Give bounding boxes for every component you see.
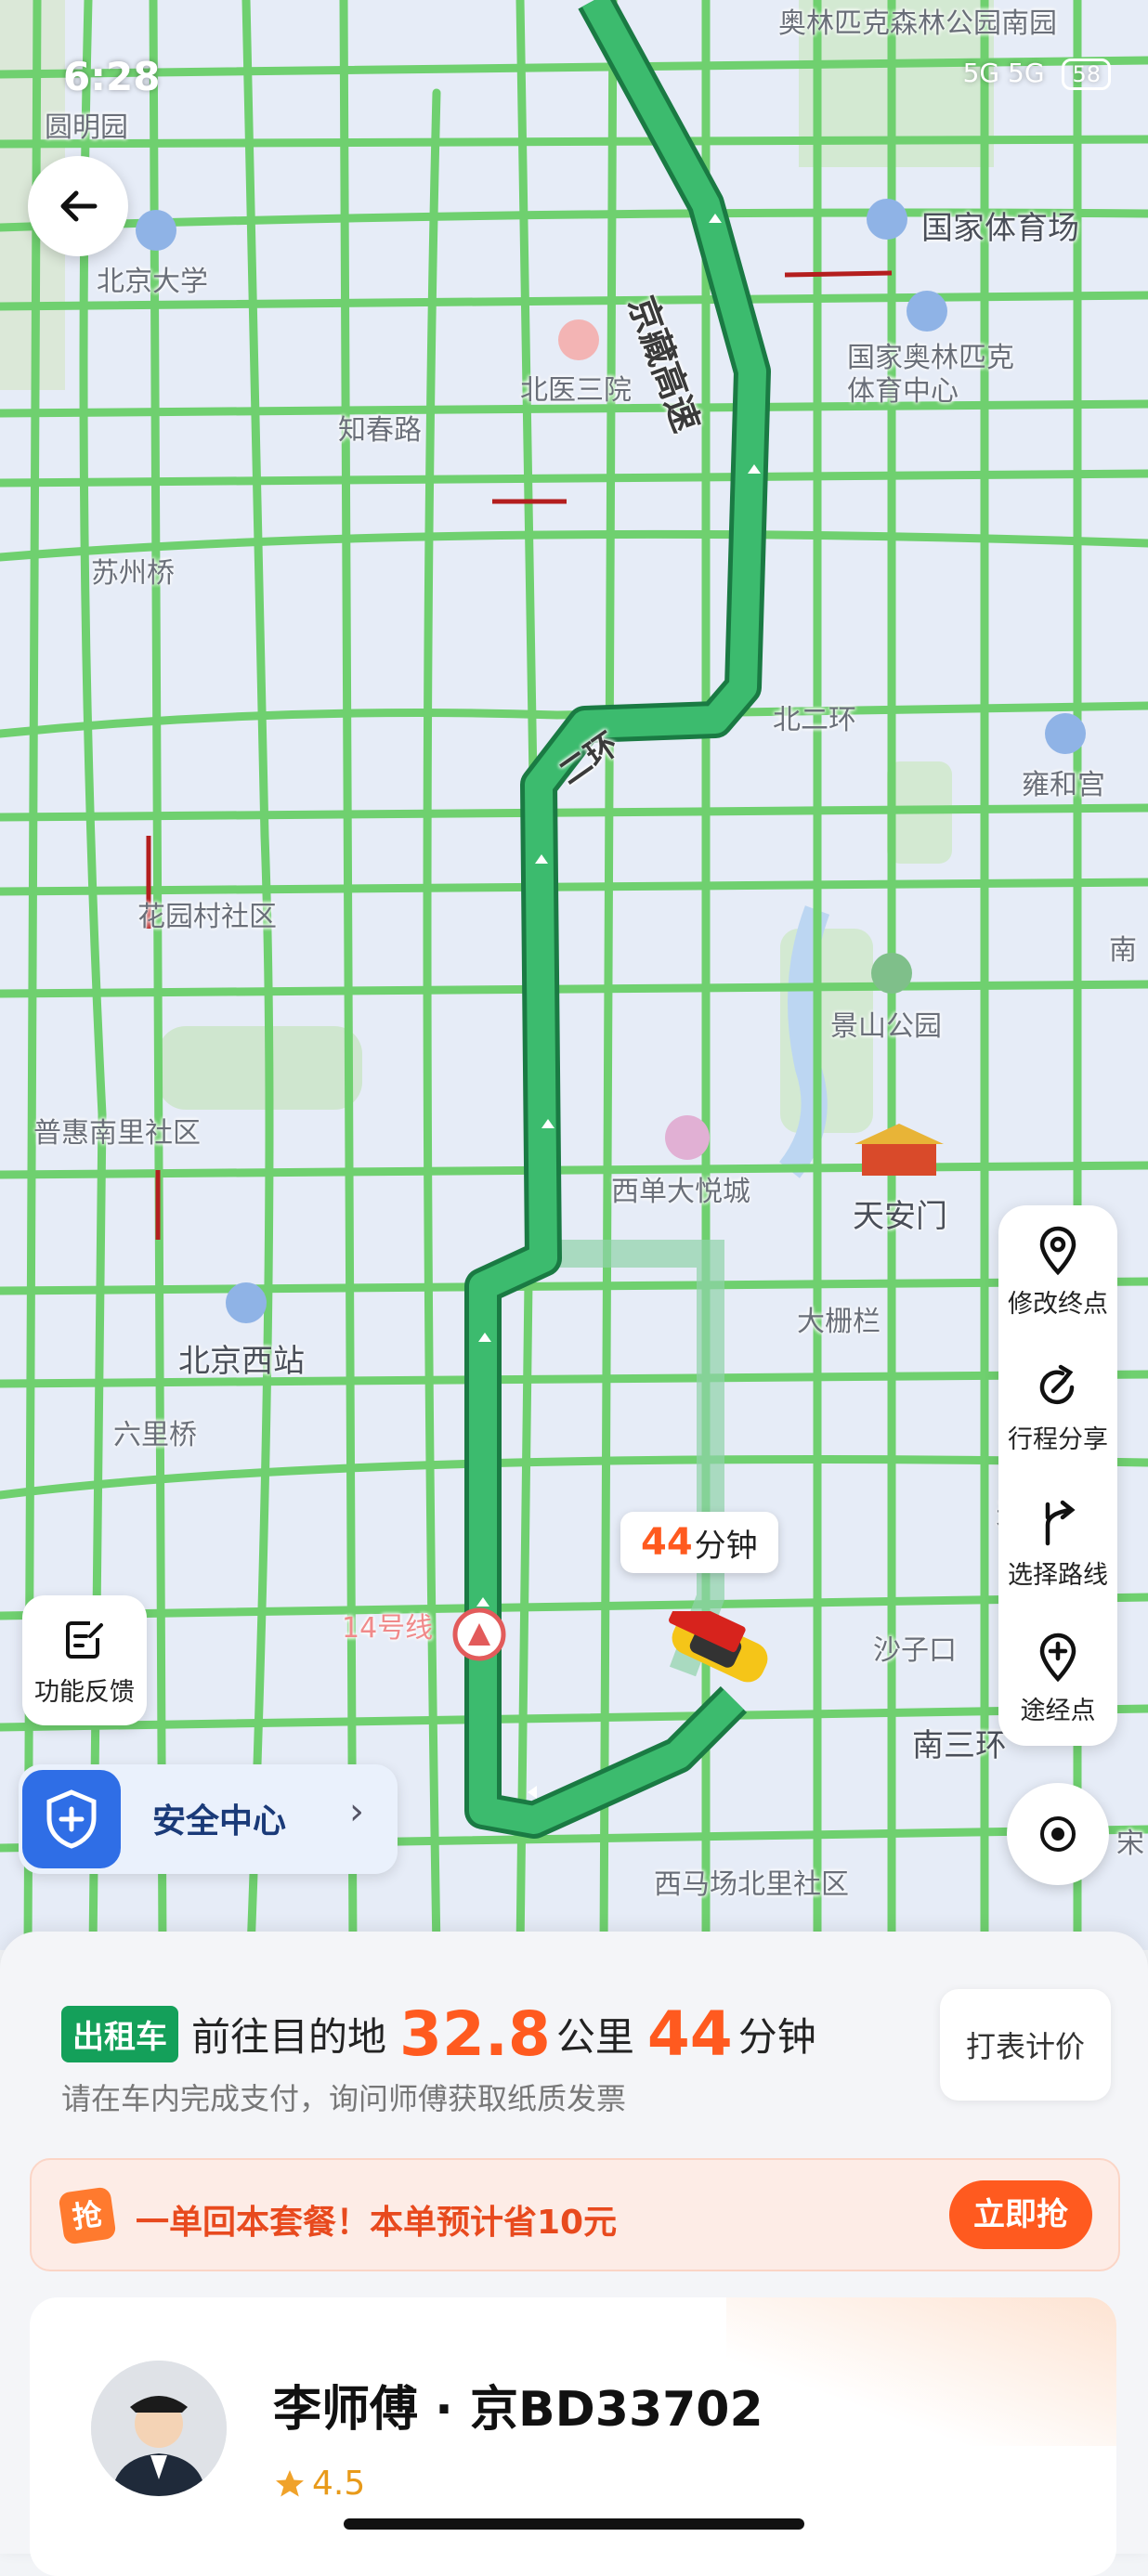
map-label: 北京西站 [178,1343,305,1380]
share-trip-button[interactable]: 行程分享 [998,1341,1117,1471]
driver-rating: 4.5 [273,2465,365,2503]
map-label: 沙子口 [873,1634,957,1667]
eta-unit: 分钟 [694,1527,758,1565]
status-bar: 6:28 5G 5G 58 [0,0,1148,111]
status-time: 6:28 [63,54,161,99]
promo-text: 一单回本套餐！本单预计省10元 [136,2204,618,2242]
map-label: 大栅栏 [797,1306,881,1338]
eta-minutes: 44 [641,1521,693,1564]
map-side-toolbar: 修改终点 行程分享 选择路线 途经点 [998,1205,1117,1746]
map-label: 普惠南里社区 [33,1117,201,1150]
map-label: 六里桥 [113,1419,197,1451]
location-pin-icon [1039,1226,1076,1276]
network-indicator: 5G 5G [962,58,1045,88]
rating-value: 4.5 [312,2465,366,2503]
payment-hint: 请在车内完成支付，询问师傅获取纸质发票 [61,2081,627,2116]
card-decoration [726,2297,1116,2446]
map-label: 北二环 [773,704,856,736]
star-icon [276,2469,304,2496]
back-button[interactable] [28,156,128,256]
trip-minutes: 44 [646,1997,733,2070]
add-waypoint-icon [1039,1633,1076,1683]
taxi-car-marker [669,1611,768,1683]
safety-center-button[interactable]: 安全中心 › [19,1764,398,1874]
map-label: 苏州桥 [91,557,175,590]
trip-distance-unit: 公里 [555,2013,634,2060]
map-label: 西单大悦城 [611,1176,750,1208]
meter-pricing-button[interactable]: 打表计价 [940,1989,1111,2101]
map-view[interactable]: 奥林匹克森林公园南园 圆明园 北京大学 国家体育场 北医三院 国家奥林匹克体育中… [0,0,1148,1950]
map-label: 景山公园 [830,1010,942,1043]
toolbar-label: 行程分享 [1008,1425,1108,1454]
map-label: 知春路 [338,414,422,447]
map-label: 国家奥林匹克体育中心 [847,342,1014,408]
trip-distance: 32.8 [399,1997,551,2070]
share-icon [1039,1364,1075,1405]
locate-target-icon [1040,1816,1076,1852]
taxi-type-badge: 出租车 [61,2005,178,2062]
driver-avatar [91,2361,227,2496]
map-label: 国家体育场 [921,210,1079,247]
add-waypoint-button[interactable]: 途经点 [998,1612,1117,1742]
toolbar-label: 选择路线 [1008,1561,1108,1590]
driver-name-plate: 李师傅 · 京BD33702 [273,2382,763,2438]
map-label: 天安门 [853,1198,947,1235]
locate-me-button[interactable] [1007,1783,1109,1885]
feedback-button[interactable]: 功能反馈 [22,1595,147,1725]
toolbar-label: 途经点 [1020,1697,1096,1725]
shield-icon [22,1770,121,1868]
trip-summary: 出租车 前往目的地 32.8 公里 44 分钟 [61,1997,816,2071]
arrow-left-icon [60,190,98,222]
chevron-right-icon: › [349,1790,364,1833]
map-label: 南 [1109,934,1137,967]
status-indicators: 5G 5G 58 [963,58,1111,90]
grab-badge-icon: 抢 [58,2186,117,2245]
driver-card[interactable]: 李师傅 · 京BD33702 4.5 [30,2297,1116,2576]
feedback-label: 功能反馈 [34,1678,135,1707]
safety-center-label: 安全中心 [152,1802,287,1841]
map-label: 14号线 [342,1612,434,1645]
home-indicator[interactable] [344,2518,804,2530]
trip-minutes-unit: 分钟 [737,2013,816,2060]
edit-note-icon [66,1621,103,1659]
choose-route-button[interactable]: 选择路线 [998,1477,1117,1607]
grab-now-button[interactable]: 立即抢 [949,2180,1092,2249]
map-label: 北京大学 [97,266,208,298]
map-label: 宋 [1116,1828,1144,1860]
eta-bubble: 44 分钟 [620,1512,778,1573]
trip-prefix: 前往目的地 [191,2013,387,2060]
map-label: 南三环 [912,1727,1007,1764]
promo-banner[interactable]: 抢 一单回本套餐！本单预计省10元 立即抢 [30,2158,1120,2271]
map-label: 雍和宫 [1022,769,1105,801]
route-fork-icon [1045,1500,1076,1546]
battery-indicator: 58 [1062,59,1111,90]
map-label: 西马场北里社区 [654,1868,849,1901]
map-label: 花园村社区 [137,901,277,933]
toolbar-label: 修改终点 [1008,1290,1108,1319]
modify-destination-button[interactable]: 修改终点 [998,1205,1117,1335]
map-label: 北医三院 [520,374,632,407]
